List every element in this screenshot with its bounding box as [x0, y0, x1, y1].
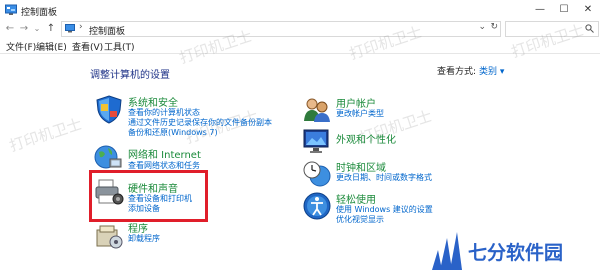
watermark: 打印机卫士 [7, 114, 85, 156]
link-optimize-visual-display[interactable]: 优化视觉显示 [336, 214, 384, 225]
category-appearance-personalization[interactable]: 外观和个性化 [336, 131, 396, 146]
minimize-button[interactable]: — [532, 3, 548, 17]
clock-globe-icon[interactable] [302, 159, 332, 189]
control-panel-icon [5, 4, 17, 15]
user-accounts-icon[interactable] [302, 95, 332, 125]
menu-edit[interactable]: 编辑(E) [36, 40, 67, 53]
title-bar: 控制面板 — ☐ ✕ [0, 0, 600, 22]
category-network-internet[interactable]: 网络和 Internet [128, 146, 201, 161]
control-panel-icon [65, 24, 75, 33]
menu-view[interactable]: 查看(V) [72, 40, 103, 53]
menu-tools[interactable]: 工具(T) [104, 40, 135, 53]
search-icon [585, 24, 594, 33]
back-button[interactable]: ← [4, 22, 16, 36]
close-button[interactable]: ✕ [580, 3, 596, 17]
page-title: 调整计算机的设置 [90, 70, 170, 81]
forward-button[interactable]: → [18, 22, 30, 36]
refresh-icon[interactable]: ↻ [490, 22, 498, 32]
up-button[interactable]: ↑ [45, 22, 57, 36]
recent-locations-dropdown[interactable]: ⌄ [31, 22, 43, 36]
brand-name: 七分软件园 [468, 242, 564, 264]
menu-file[interactable]: 文件(F) [6, 40, 36, 53]
address-path[interactable]: 控制面板 [89, 24, 125, 37]
brand-bars-icon [432, 232, 462, 270]
view-by-label: 查看方式: [437, 67, 477, 77]
programs-icon[interactable] [94, 222, 124, 252]
address-dropdown-icon[interactable]: ⌄ [478, 22, 486, 32]
window-title: 控制面板 [21, 8, 58, 18]
link-uninstall-program[interactable]: 卸载程序 [128, 233, 160, 244]
menu-divider [0, 53, 600, 54]
highlight-box [89, 170, 208, 222]
view-by-dropdown[interactable]: 类别 ▾ [479, 64, 504, 77]
chevron-right-icon: › [79, 22, 83, 32]
link-change-account-type[interactable]: 更改帐户类型 [336, 108, 384, 119]
ease-of-access-icon[interactable] [302, 191, 332, 221]
link-change-date-time-format[interactable]: 更改日期、时间或数字格式 [336, 172, 432, 183]
link-backup-restore[interactable]: 备份和还原(Windows 7) [128, 127, 218, 138]
shield-icon[interactable] [94, 94, 124, 124]
personalization-icon[interactable] [302, 127, 332, 157]
address-bar[interactable]: › 控制面板 ⌄ ↻ [61, 21, 501, 37]
maximize-button[interactable]: ☐ [556, 3, 572, 17]
brand-logo: 七分软件园 [430, 226, 600, 279]
network-globe-icon[interactable] [93, 142, 123, 172]
